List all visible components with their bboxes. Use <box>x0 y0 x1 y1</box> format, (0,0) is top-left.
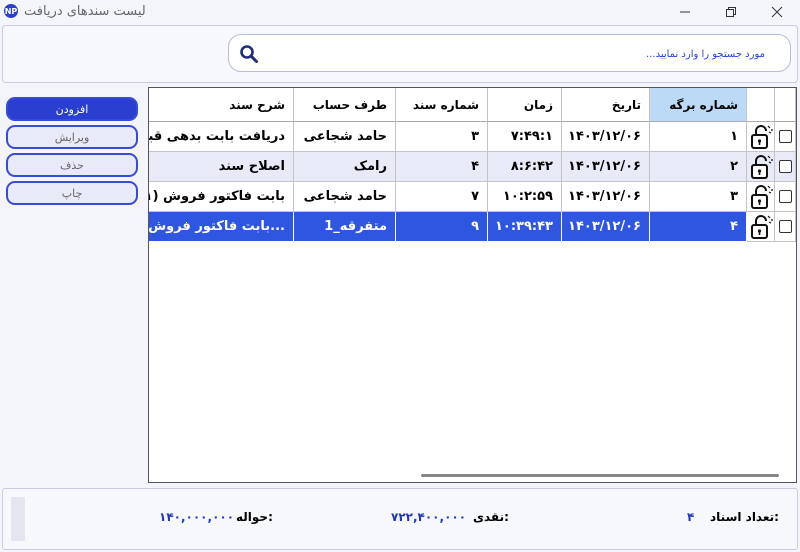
cash-label: نقدی: <box>473 510 509 524</box>
table-row[interactable]: بابت فاکتور فروش (۱) حامد شجاعی ۷ ۱۰:۲:۵… <box>149 182 796 212</box>
cell-sheet-number: ۴ <box>650 212 747 242</box>
cell-party: 1_متفرقه <box>294 212 396 242</box>
checkbox-box[interactable] <box>778 220 792 233</box>
doc-count-value: ۴ <box>687 510 695 524</box>
actions-panel: افزودن ویرایش حذف چاپ <box>0 86 146 486</box>
cell-doc-number: ۳ <box>396 122 488 152</box>
cell-sheet-number: ۱ <box>650 122 747 152</box>
cell-date: ۱۴۰۳/۱۲/۰۶ <box>562 212 650 242</box>
cell-party: رامک <box>294 152 396 182</box>
cell-sheet-number: ۳ <box>650 182 747 212</box>
app-logo-icon: NP <box>4 4 18 18</box>
table-row[interactable]: دریافت بابت بدهی قبلی حامد شجاعی ۳ ۷:۴۹:… <box>149 122 796 152</box>
window-title: لیست سندهای دریافت <box>24 4 146 19</box>
minimize-button[interactable] <box>662 0 708 24</box>
cell-doc-number: ۷ <box>396 182 488 212</box>
cell-description: بابت فاکتور فروش (۱) <box>149 182 294 212</box>
cell-doc-number: ۹ <box>396 212 488 242</box>
column-header-party[interactable]: طرف حساب <box>294 88 396 122</box>
print-button[interactable]: چاپ <box>6 181 138 205</box>
cell-description: اصلاح سند <box>149 152 294 182</box>
unlock-icon-cell[interactable] <box>747 212 775 242</box>
row-select-checkbox[interactable] <box>775 122 796 152</box>
unlocked-lock-icon <box>750 214 773 239</box>
unlocked-lock-icon <box>750 154 773 179</box>
title-bar: NP لیست سندهای دریافت <box>0 0 800 24</box>
checkbox-box[interactable] <box>778 160 792 173</box>
cell-date: ۱۴۰۳/۱۲/۰۶ <box>562 152 650 182</box>
cell-date: ۱۴۰۳/۱۲/۰۶ <box>562 122 650 152</box>
footer-strip <box>11 497 25 541</box>
unlocked-lock-icon <box>750 184 773 209</box>
minimize-icon <box>680 11 690 13</box>
checkbox-box[interactable] <box>778 190 792 203</box>
search-icon[interactable] <box>239 44 259 64</box>
documents-table[interactable]: شرح سند طرف حساب شماره سند زمان تاریخ شم… <box>148 87 797 483</box>
cell-party: حامد شجاعی <box>294 122 396 152</box>
cell-time: ۱۰:۲:۵۹ <box>488 182 562 212</box>
edit-button[interactable]: ویرایش <box>6 125 138 149</box>
transfer-value: ۱۴۰,۰۰۰,۰۰۰ <box>159 510 235 524</box>
table-row[interactable]: اصلاح سند رامک ۴ ۸:۶:۴۲ ۱۴۰۳/۱۲/۰۶ ۲ <box>149 152 796 182</box>
row-select-checkbox[interactable] <box>775 212 796 242</box>
cell-time: ۱۰:۳۹:۴۳ <box>488 212 562 242</box>
cell-party: حامد شجاعی <box>294 182 396 212</box>
search-panel <box>2 25 798 83</box>
unlock-icon-cell[interactable] <box>747 122 775 152</box>
cell-description: بابت فاکتور فروش شما... <box>149 212 294 242</box>
horizontal-scrollbar[interactable] <box>421 474 779 477</box>
checkbox-box[interactable] <box>778 130 792 143</box>
column-header-time[interactable]: زمان <box>488 88 562 122</box>
column-header-description[interactable]: شرح سند <box>149 88 294 122</box>
maximize-button[interactable] <box>708 0 754 24</box>
cell-doc-number: ۴ <box>396 152 488 182</box>
transfer-label: حواله: <box>236 510 273 524</box>
column-header-lock <box>747 88 775 122</box>
close-button[interactable] <box>754 0 800 24</box>
cell-date: ۱۴۰۳/۱۲/۰۶ <box>562 182 650 212</box>
column-header-sheet-number[interactable]: شماره برگه <box>650 88 747 122</box>
delete-button[interactable]: حذف <box>6 153 138 177</box>
search-input[interactable] <box>269 40 767 68</box>
unlock-icon-cell[interactable] <box>747 182 775 212</box>
add-button[interactable]: افزودن <box>6 97 138 121</box>
column-header-doc-number[interactable]: شماره سند <box>396 88 488 122</box>
column-header-date[interactable]: تاریخ <box>562 88 650 122</box>
summary-footer: تعداد اسناد: ۴ نقدی: ۷۲۲,۴۰۰,۰۰۰ حواله: … <box>2 488 798 550</box>
row-select-checkbox[interactable] <box>775 152 796 182</box>
cell-time: ۷:۴۹:۱ <box>488 122 562 152</box>
unlock-icon-cell[interactable] <box>747 152 775 182</box>
row-select-checkbox[interactable] <box>775 182 796 212</box>
doc-count-label: تعداد اسناد: <box>710 510 779 524</box>
column-header-select <box>775 88 796 122</box>
cell-description: دریافت بابت بدهی قبلی <box>149 122 294 152</box>
unlocked-lock-icon <box>750 124 773 149</box>
cell-time: ۸:۶:۴۲ <box>488 152 562 182</box>
cash-value: ۷۲۲,۴۰۰,۰۰۰ <box>391 510 467 524</box>
cell-sheet-number: ۲ <box>650 152 747 182</box>
restore-icon <box>726 7 736 17</box>
search-box[interactable] <box>228 34 791 72</box>
table-row-selected[interactable]: بابت فاکتور فروش شما... 1_متفرقه ۹ ۱۰:۳۹… <box>149 212 796 242</box>
close-icon <box>771 6 783 18</box>
